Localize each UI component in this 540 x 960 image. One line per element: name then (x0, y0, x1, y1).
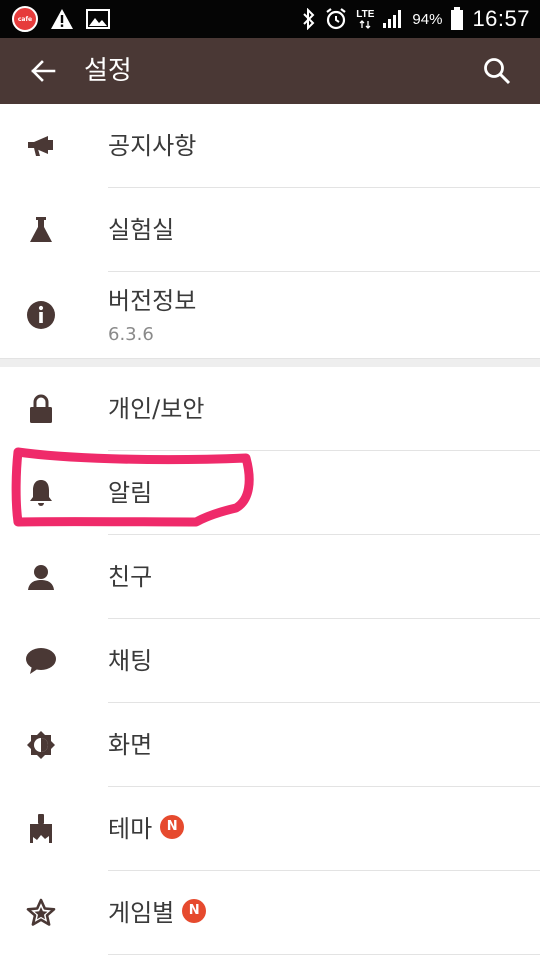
image-icon (86, 9, 110, 29)
search-button[interactable] (474, 48, 520, 94)
settings-item-label: 개인/보안 (108, 395, 205, 423)
settings-item-chat[interactable]: 채팅 (0, 619, 540, 703)
brightness-icon (25, 729, 57, 761)
settings-item-label: 친구 (108, 563, 153, 591)
settings-item-version[interactable]: 버전정보 6.3.6 (0, 272, 540, 358)
settings-item-label: 실험실 (108, 216, 175, 244)
search-icon (484, 58, 511, 85)
settings-item-privacy[interactable]: 개인/보안 (0, 367, 540, 451)
section-divider (0, 358, 540, 367)
settings-item-label: 버전정보 (108, 287, 197, 315)
settings-item-label: 게임별 N (108, 871, 207, 955)
cafe-app-icon: cafe (12, 6, 38, 32)
settings-item-theme[interactable]: 테마 N (0, 787, 540, 871)
battery-icon (451, 7, 464, 30)
version-number: 6.3.6 (108, 324, 154, 345)
settings-item-label: 알림 (108, 479, 153, 507)
settings-item-display[interactable]: 화면 (0, 703, 540, 787)
settings-item-notifications[interactable]: 알림 (0, 451, 540, 535)
chat-bubble-icon (25, 645, 57, 677)
flask-icon (25, 214, 57, 246)
back-arrow-icon (31, 60, 56, 82)
page-title: 설정 (84, 56, 132, 86)
paint-brush-icon (25, 813, 57, 845)
settings-list: 공지사항 실험실 버전정보 6.3.6 개인/보안 알림 친구 채팅 화면 테마… (0, 104, 540, 955)
settings-item-lab[interactable]: 실험실 (0, 188, 540, 272)
info-icon (25, 299, 57, 331)
back-button[interactable] (20, 48, 66, 94)
network-type-label: LTE (356, 8, 375, 20)
network-indicator: LTE (356, 8, 375, 29)
lock-icon (25, 393, 57, 425)
app-bar: 설정 (0, 38, 540, 104)
new-badge: N (160, 815, 185, 839)
clock: 16:57 (472, 6, 530, 31)
settings-item-label: 채팅 (108, 647, 153, 675)
data-arrows-icon (359, 19, 371, 29)
settings-item-friends[interactable]: 친구 (0, 535, 540, 619)
alarm-clock-icon (326, 8, 346, 30)
divider (108, 954, 540, 955)
settings-item-label-text: 테마 (108, 815, 153, 843)
settings-item-label: 화면 (108, 731, 153, 759)
warning-icon (51, 9, 73, 29)
bluetooth-icon (303, 8, 315, 30)
settings-item-notice[interactable]: 공지사항 (0, 104, 540, 188)
settings-item-label-text: 게임별 (108, 899, 175, 927)
signal-icon (383, 10, 402, 28)
settings-item-games[interactable]: 게임별 N (0, 871, 540, 955)
battery-percent: 94% (412, 10, 443, 28)
settings-item-label: 공지사항 (108, 132, 197, 160)
star-icon (25, 897, 57, 929)
cafe-app-label: cafe (17, 15, 33, 23)
person-icon (25, 561, 57, 593)
status-bar: cafe LTE 94% 16:57 (0, 0, 540, 38)
megaphone-icon (25, 130, 57, 162)
settings-item-label: 테마 N (108, 787, 185, 871)
bell-icon (25, 477, 57, 509)
new-badge: N (182, 899, 207, 923)
